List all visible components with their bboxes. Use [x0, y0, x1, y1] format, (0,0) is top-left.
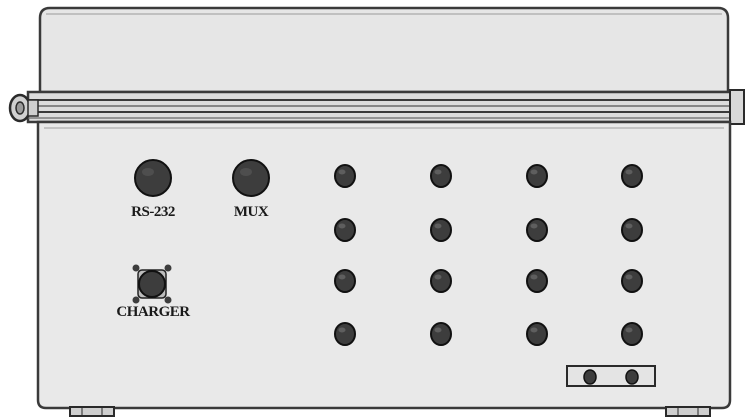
vent-plate [566, 365, 656, 387]
cable-gland [526, 269, 548, 293]
hinge-seam [26, 90, 742, 124]
cable-gland [430, 322, 452, 346]
charger-connector [132, 264, 172, 304]
cable-gland [430, 218, 452, 242]
right-hinge-stub [729, 89, 745, 125]
cable-gland [430, 269, 452, 293]
cable-gland [526, 322, 548, 346]
rs232-label: RS-232 [131, 204, 175, 220]
cable-gland [621, 218, 643, 242]
cable-gland [334, 322, 356, 346]
cable-gland [621, 164, 643, 188]
mux-connector [232, 159, 270, 197]
vent-port [625, 369, 639, 385]
cable-gland [621, 269, 643, 293]
vent-port [583, 369, 597, 385]
cable-gland [334, 164, 356, 188]
cable-gland [334, 269, 356, 293]
cable-gland [526, 164, 548, 188]
enclosure-lid [38, 6, 730, 94]
cable-gland [430, 164, 452, 188]
enclosure-drawing: RS-232 MUX CHARGER [8, 6, 745, 417]
rs232-connector [134, 159, 172, 197]
mux-label: MUX [234, 204, 269, 220]
charger-label: CHARGER [116, 304, 190, 320]
cable-gland [621, 322, 643, 346]
cable-gland [334, 218, 356, 242]
cable-gland [526, 218, 548, 242]
